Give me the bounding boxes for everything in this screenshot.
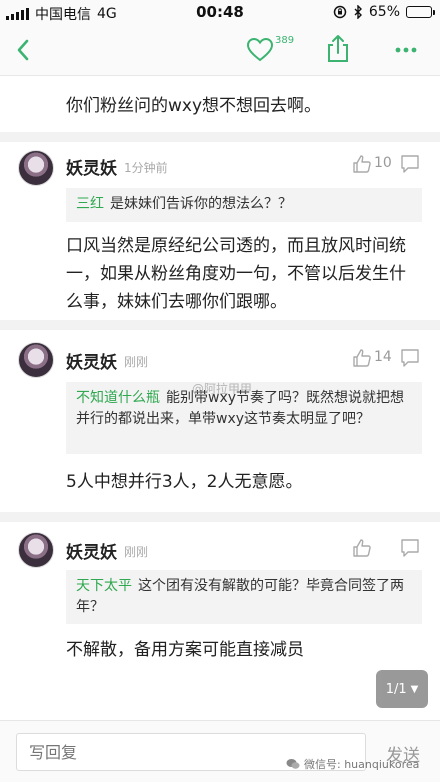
- like-count: 389: [275, 35, 295, 46]
- thumbs-up-icon[interactable]: [352, 154, 372, 174]
- comment-body: 口风当然是原经纪公司透的，而且放风时间统一，如果从粉丝角度劝一句，不管以后发生什…: [66, 236, 406, 312]
- share-icon[interactable]: [324, 34, 352, 64]
- wechat-icon: [286, 759, 300, 769]
- avatar[interactable]: [18, 532, 54, 568]
- lock-rotation-icon: [333, 5, 347, 19]
- reply-icon[interactable]: [400, 538, 420, 558]
- caret-down-icon: ▼: [410, 683, 419, 695]
- watermark: @阿拉甲甲: [192, 382, 253, 396]
- thumbs-up-icon[interactable]: [352, 538, 372, 558]
- quoted-reply[interactable]: 天下太平 这个团有没有解散的可能？毕竟合同签了两年？: [66, 570, 422, 624]
- quoted-user[interactable]: 天下太平: [76, 578, 132, 594]
- bluetooth-icon: [354, 5, 362, 19]
- divider: [0, 132, 440, 142]
- quoted-reply[interactable]: 三红 是妹妹们告诉你的想法么？？: [66, 188, 422, 222]
- quoted-user[interactable]: 三红: [76, 196, 104, 212]
- comment-author[interactable]: 妖灵妖: [66, 154, 117, 179]
- divider: [0, 320, 440, 330]
- wechat-watermark: 微信号: huanqiukorea: [286, 756, 419, 772]
- status-right: 65%: [333, 4, 435, 20]
- comment-author[interactable]: 妖灵妖: [66, 538, 117, 563]
- reply-bar: 发送: [0, 720, 440, 782]
- more-icon[interactable]: [392, 36, 420, 64]
- previous-comment-text: 你们粉丝问的wxy想不想回去啊。: [66, 96, 322, 116]
- page-selector[interactable]: 1/1 ▼: [376, 670, 428, 708]
- wechat-label: 微信号: huanqiukorea: [304, 758, 420, 771]
- quoted-user[interactable]: 不知道什么瓶: [76, 390, 160, 406]
- comment-author[interactable]: 妖灵妖: [66, 348, 117, 373]
- quoted-text: 是妹妹们告诉你的想法么？？: [110, 196, 292, 212]
- divider: [0, 512, 440, 522]
- comment-body: 不解散，备用方案可能直接减员: [66, 640, 304, 660]
- comment-time: 刚刚: [124, 545, 149, 559]
- navbar: 389: [0, 24, 440, 76]
- status-bar: 中国电信 4G 00:48 65%: [0, 0, 440, 24]
- comment-body: 5人中想并行3人，2人无意愿。: [66, 472, 303, 492]
- battery-percent: 65%: [368, 4, 400, 20]
- page-label: 1/1: [385, 681, 407, 697]
- comment-like-count: 14: [374, 349, 392, 365]
- back-arrow-icon[interactable]: [10, 36, 38, 64]
- reply-icon[interactable]: [400, 348, 420, 368]
- thumbs-up-icon[interactable]: [352, 348, 372, 368]
- battery-icon: [406, 6, 435, 18]
- avatar[interactable]: [18, 150, 54, 186]
- comment-time: 刚刚: [124, 355, 149, 369]
- reply-icon[interactable]: [400, 154, 420, 174]
- avatar[interactable]: [18, 342, 54, 378]
- comment-time: 1分钟前: [124, 161, 168, 175]
- comment-like-count: 10: [374, 155, 392, 171]
- heart-icon[interactable]: [246, 36, 274, 64]
